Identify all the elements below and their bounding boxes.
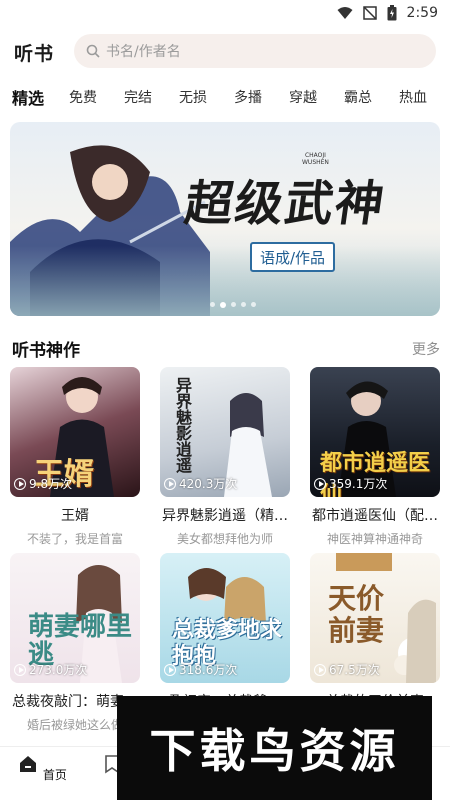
tab-hot-blooded[interactable]: 热血	[399, 87, 427, 107]
book-card[interactable]: 王婿 9.8万次 王婿 不装了，我是首富	[10, 367, 140, 547]
carousel-dot[interactable]	[231, 302, 236, 307]
more-link[interactable]: 更多	[412, 339, 440, 359]
banner-title: 超级武神	[181, 176, 390, 232]
book-card[interactable]: 总裁爹地求抱抱 318.6万次 孕初宠：总裁爹…	[160, 553, 290, 716]
tab-lossless[interactable]: 无损	[179, 87, 207, 107]
nav-home[interactable]: 首页	[12, 753, 72, 783]
tab-completed[interactable]: 完结	[124, 87, 152, 107]
search-placeholder: 书名/作者名	[106, 44, 181, 60]
book-cover[interactable]: 总裁爹地求抱抱 318.6万次	[160, 553, 290, 683]
book-card[interactable]: 都市逍遥医仙 359.1万次 都市逍遥医仙（配… 神医神算神通神奇	[310, 367, 440, 547]
banner-author-badge: 语成/作品	[250, 242, 336, 272]
clock: 2:59	[406, 5, 438, 21]
watermark-overlay: 下载鸟资源	[117, 696, 432, 800]
play-count: 9.8万次	[14, 475, 72, 492]
book-title: 王婿	[61, 508, 89, 524]
battery-icon	[387, 5, 397, 21]
tab-time-travel[interactable]: 穿越	[289, 87, 317, 107]
book-cover[interactable]: 都市逍遥医仙 359.1万次	[310, 367, 440, 497]
play-count: 67.5万次	[314, 661, 380, 678]
app-title: 听书	[14, 42, 55, 65]
top-header: 听书 书名/作者名	[0, 34, 450, 70]
play-icon	[14, 477, 26, 490]
play-icon	[14, 663, 26, 676]
no-signal-icon	[362, 6, 377, 20]
carousel-dot[interactable]	[251, 302, 256, 307]
search-icon	[86, 44, 100, 58]
tab-multicast[interactable]: 多播	[234, 87, 262, 107]
section-header: 听书神作 更多	[12, 336, 440, 361]
play-icon	[164, 477, 176, 490]
tab-free[interactable]: 免费	[69, 87, 97, 107]
watermark-text: 下载鸟资源	[149, 724, 400, 778]
play-count: 273.0万次	[14, 661, 87, 678]
play-icon	[314, 663, 326, 676]
tab-ceo[interactable]: 霸总	[344, 87, 372, 107]
banner-carousel[interactable]: CHAOJI WUSHEN 超级武神 语成/作品	[10, 122, 440, 316]
book-title: 异界魅影逍遥（精…	[162, 508, 288, 524]
carousel-dot-active[interactable]	[220, 302, 226, 308]
book-title: 都市逍遥医仙（配…	[312, 508, 438, 524]
wifi-icon	[337, 7, 353, 19]
carousel-dots	[210, 302, 256, 308]
home-icon	[20, 756, 37, 772]
section-title: 听书神作	[12, 341, 80, 361]
carousel-dot[interactable]	[241, 302, 246, 307]
play-icon	[164, 663, 176, 676]
category-tabs: 精选 免费 完结 无损 多播 穿越 霸总 热血	[0, 84, 450, 112]
book-cover[interactable]: 王婿 9.8万次	[10, 367, 140, 497]
book-desc: 美女都想拜他为师	[176, 532, 273, 546]
play-count: 318.6万次	[164, 661, 237, 678]
cover-title: 异界魅影逍遥	[173, 377, 192, 473]
cover-title: 天价前妻	[328, 582, 385, 647]
play-count: 359.1万次	[314, 475, 387, 492]
book-cover[interactable]: 天价前妻 67.5万次	[310, 553, 440, 683]
book-card[interactable]: 天价前妻 67.5万次 总裁的天价前妻	[310, 553, 440, 716]
play-icon	[314, 477, 326, 490]
book-cover[interactable]: 萌妻哪里逃 273.0万次	[10, 553, 140, 683]
carousel-dot[interactable]	[210, 302, 215, 307]
book-desc: 神医神算神通神奇	[326, 532, 423, 546]
status-bar: 2:59	[0, 0, 450, 26]
play-count: 420.3万次	[164, 475, 237, 492]
book-desc: 不装了，我是首富	[26, 532, 123, 546]
book-card[interactable]: 异界魅影逍遥 420.3万次 异界魅影逍遥（精… 美女都想拜他为师	[160, 367, 290, 547]
book-cover[interactable]: 异界魅影逍遥 420.3万次	[160, 367, 290, 497]
tab-featured[interactable]: 精选	[12, 85, 45, 112]
search-input[interactable]: 书名/作者名	[74, 34, 436, 68]
